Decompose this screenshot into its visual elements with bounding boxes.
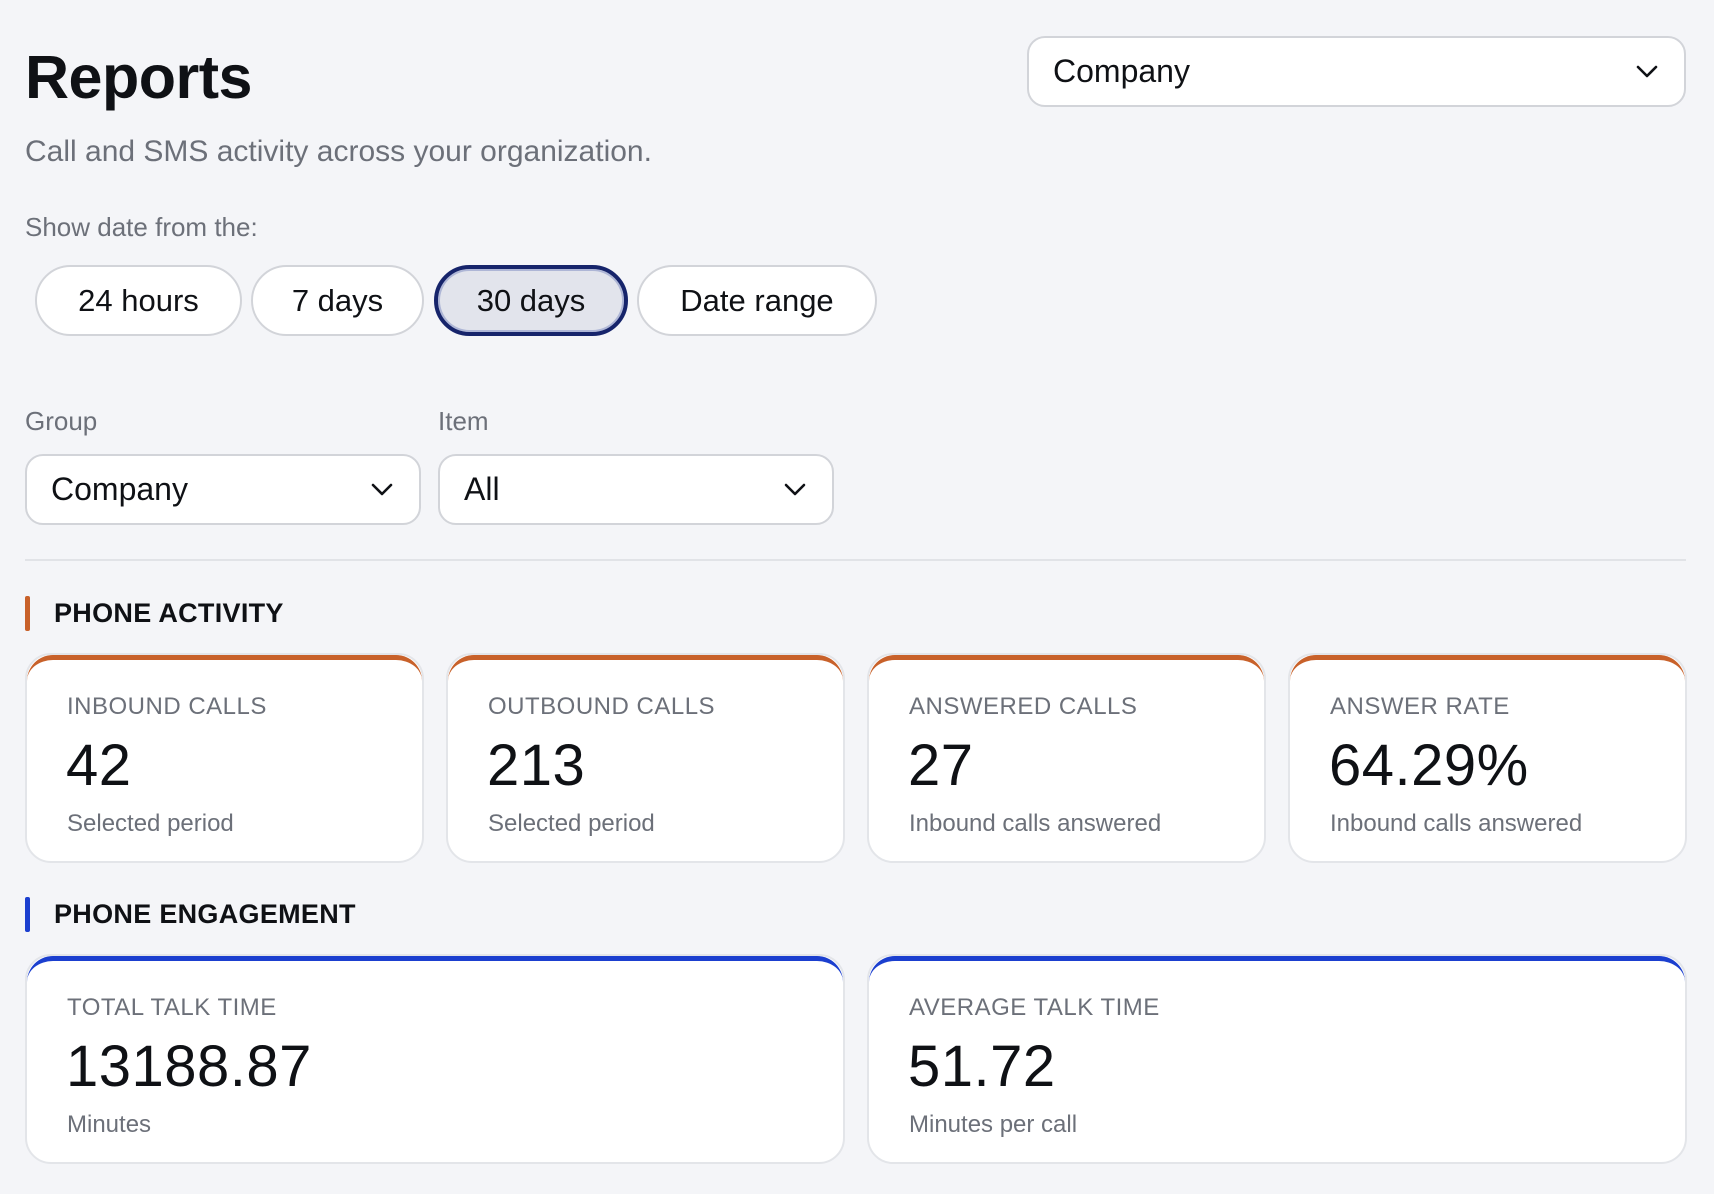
section-title: PHONE ACTIVITY (54, 598, 284, 628)
reports-page: Reports Call and SMS activity across you… (0, 0, 1714, 1194)
divider (25, 559, 1686, 561)
card-accent (1290, 655, 1685, 660)
stat-label: OUTBOUND CALLS (488, 693, 716, 720)
stat-label: AVERAGE TALK TIME (909, 994, 1160, 1021)
section-phone-activity: PHONE ACTIVITY (25, 596, 284, 631)
date-option-24-hours[interactable]: 24 hours (35, 265, 242, 336)
stat-card-inbound-calls: INBOUND CALLS 42 Selected period (25, 653, 424, 863)
page-subtitle: Call and SMS activity across your organi… (25, 135, 652, 168)
stat-caption: Minutes (67, 1111, 152, 1138)
section-accent-bar (25, 596, 30, 631)
card-accent (27, 655, 422, 660)
card-accent (27, 956, 843, 961)
stat-value: 42 (66, 733, 132, 798)
stat-card-total-talk-time: TOTAL TALK TIME 13188.87 Minutes (25, 954, 845, 1164)
stat-caption: Selected period (67, 810, 234, 837)
stat-value: 13188.87 (66, 1034, 312, 1099)
stat-label: INBOUND CALLS (67, 693, 267, 720)
section-title: PHONE ENGAGEMENT (54, 899, 356, 929)
date-option-date-range[interactable]: Date range (637, 265, 877, 336)
stat-value: 51.72 (908, 1034, 1056, 1099)
chevron-down-icon (371, 483, 393, 495)
group-select[interactable]: Company (25, 454, 421, 525)
date-option-7-days[interactable]: 7 days (251, 265, 424, 336)
card-accent (869, 956, 1685, 961)
stat-card-answer-rate: ANSWER RATE 64.29% Inbound calls answere… (1288, 653, 1687, 863)
date-filter-label: Show date from the: (25, 212, 258, 242)
stat-label: TOTAL TALK TIME (67, 994, 277, 1021)
stat-value: 27 (908, 733, 974, 798)
stat-card-outbound-calls: OUTBOUND CALLS 213 Selected period (446, 653, 845, 863)
stat-caption: Selected period (488, 810, 655, 837)
stat-caption: Inbound calls answered (1330, 810, 1583, 837)
page-title: Reports (25, 43, 252, 111)
chevron-down-icon (784, 483, 806, 495)
section-phone-engagement: PHONE ENGAGEMENT (25, 897, 356, 932)
stat-value: 64.29% (1329, 733, 1529, 798)
stat-card-average-talk-time: AVERAGE TALK TIME 51.72 Minutes per call (867, 954, 1687, 1164)
chevron-down-icon (1636, 65, 1658, 77)
stat-label: ANSWERED CALLS (909, 693, 1138, 720)
item-select-value: All (464, 471, 500, 507)
group-select-value: Company (51, 471, 188, 507)
stat-caption: Minutes per call (909, 1111, 1078, 1138)
card-accent (448, 655, 843, 660)
group-label: Group (25, 406, 98, 436)
item-label: Item (438, 406, 489, 436)
stat-caption: Inbound calls answered (909, 810, 1162, 837)
item-select[interactable]: All (438, 454, 834, 525)
stat-label: ANSWER RATE (1330, 693, 1510, 720)
scope-select-value: Company (1053, 53, 1190, 89)
scope-select[interactable]: Company (1027, 36, 1686, 107)
card-accent (869, 655, 1264, 660)
section-accent-bar (25, 897, 30, 932)
stat-value: 213 (487, 733, 586, 798)
date-option-30-days[interactable]: 30 days (434, 265, 628, 336)
stat-card-answered-calls: ANSWERED CALLS 27 Inbound calls answered (867, 653, 1266, 863)
